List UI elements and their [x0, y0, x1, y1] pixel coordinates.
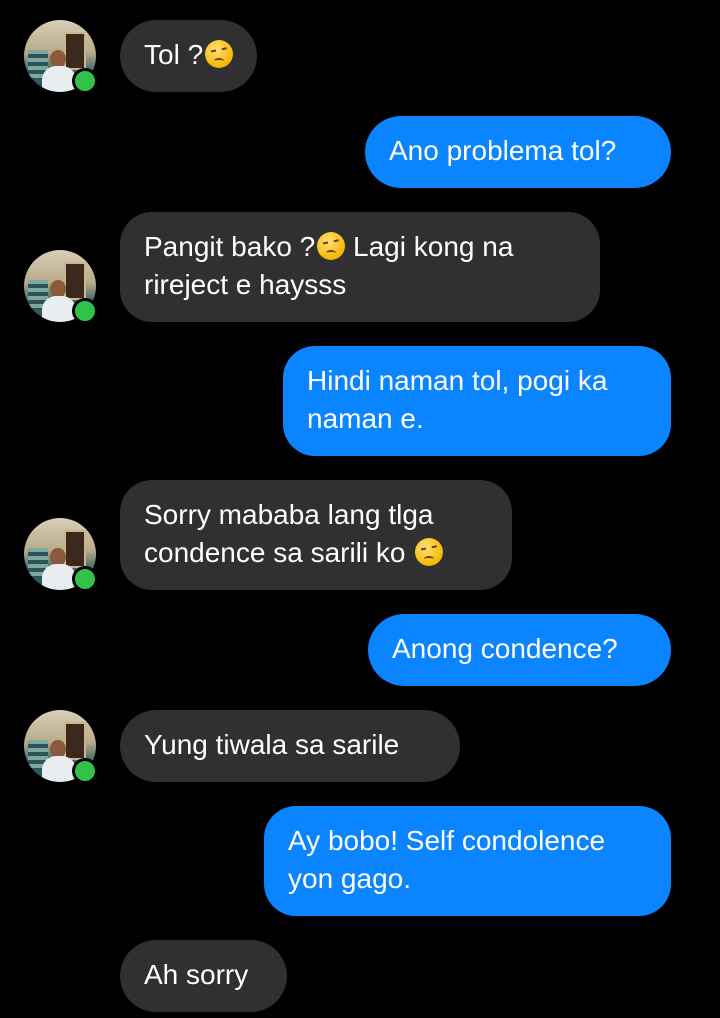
message-line: naman e.: [307, 403, 424, 434]
incoming-message-bubble[interactable]: Sorry mababa lang tlga condence sa saril…: [120, 480, 512, 590]
outgoing-message-bubble[interactable]: Ay bobo! Self condolence yon gago.: [264, 806, 671, 916]
message-text: Ano problema tol?: [389, 135, 617, 166]
incoming-message-bubble[interactable]: Ah sorry: [120, 940, 287, 1012]
online-status-indicator: [72, 298, 98, 324]
message-line: yon gago.: [288, 863, 411, 894]
chat-thread: Tol ? Ano problema tol? Pangit bako ? La…: [0, 0, 720, 1018]
message-line: rireject e haysss: [144, 269, 347, 300]
outgoing-message-bubble[interactable]: Anong condence?: [368, 614, 671, 686]
message-text: Anong condence?: [392, 633, 618, 664]
message-text: Tol ?: [144, 39, 204, 70]
message-line: Pangit bako ? Lagi kong na: [144, 231, 514, 262]
pensive-face-emoji-icon: [317, 232, 346, 260]
online-status-indicator: [72, 566, 98, 592]
outgoing-message-bubble[interactable]: Hindi naman tol, pogi ka naman e.: [283, 346, 671, 456]
message-line: condence sa sarili ko: [144, 534, 488, 572]
message-line: Hindi naman tol, pogi ka: [307, 365, 608, 396]
message-line: Ay bobo! Self condolence: [288, 825, 606, 856]
message-text: Ah sorry: [144, 959, 249, 990]
outgoing-message-bubble[interactable]: Ano problema tol?: [365, 116, 671, 188]
pensive-face-emoji-icon: [415, 538, 444, 566]
message-line: Sorry mababa lang tlga: [144, 499, 434, 530]
online-status-indicator: [72, 68, 98, 94]
online-status-indicator: [72, 758, 98, 784]
message-text: Yung tiwala sa sarile: [144, 729, 400, 760]
contact-avatar[interactable]: [24, 20, 98, 94]
contact-avatar[interactable]: [24, 250, 98, 324]
pensive-face-emoji-icon: [205, 40, 234, 68]
incoming-message-bubble[interactable]: Tol ?: [120, 20, 258, 92]
incoming-message-bubble[interactable]: Pangit bako ? Lagi kong na rireject e ha…: [120, 212, 600, 322]
incoming-message-bubble[interactable]: Yung tiwala sa sarile: [120, 710, 460, 782]
contact-avatar[interactable]: [24, 518, 98, 592]
contact-avatar[interactable]: [24, 710, 98, 784]
